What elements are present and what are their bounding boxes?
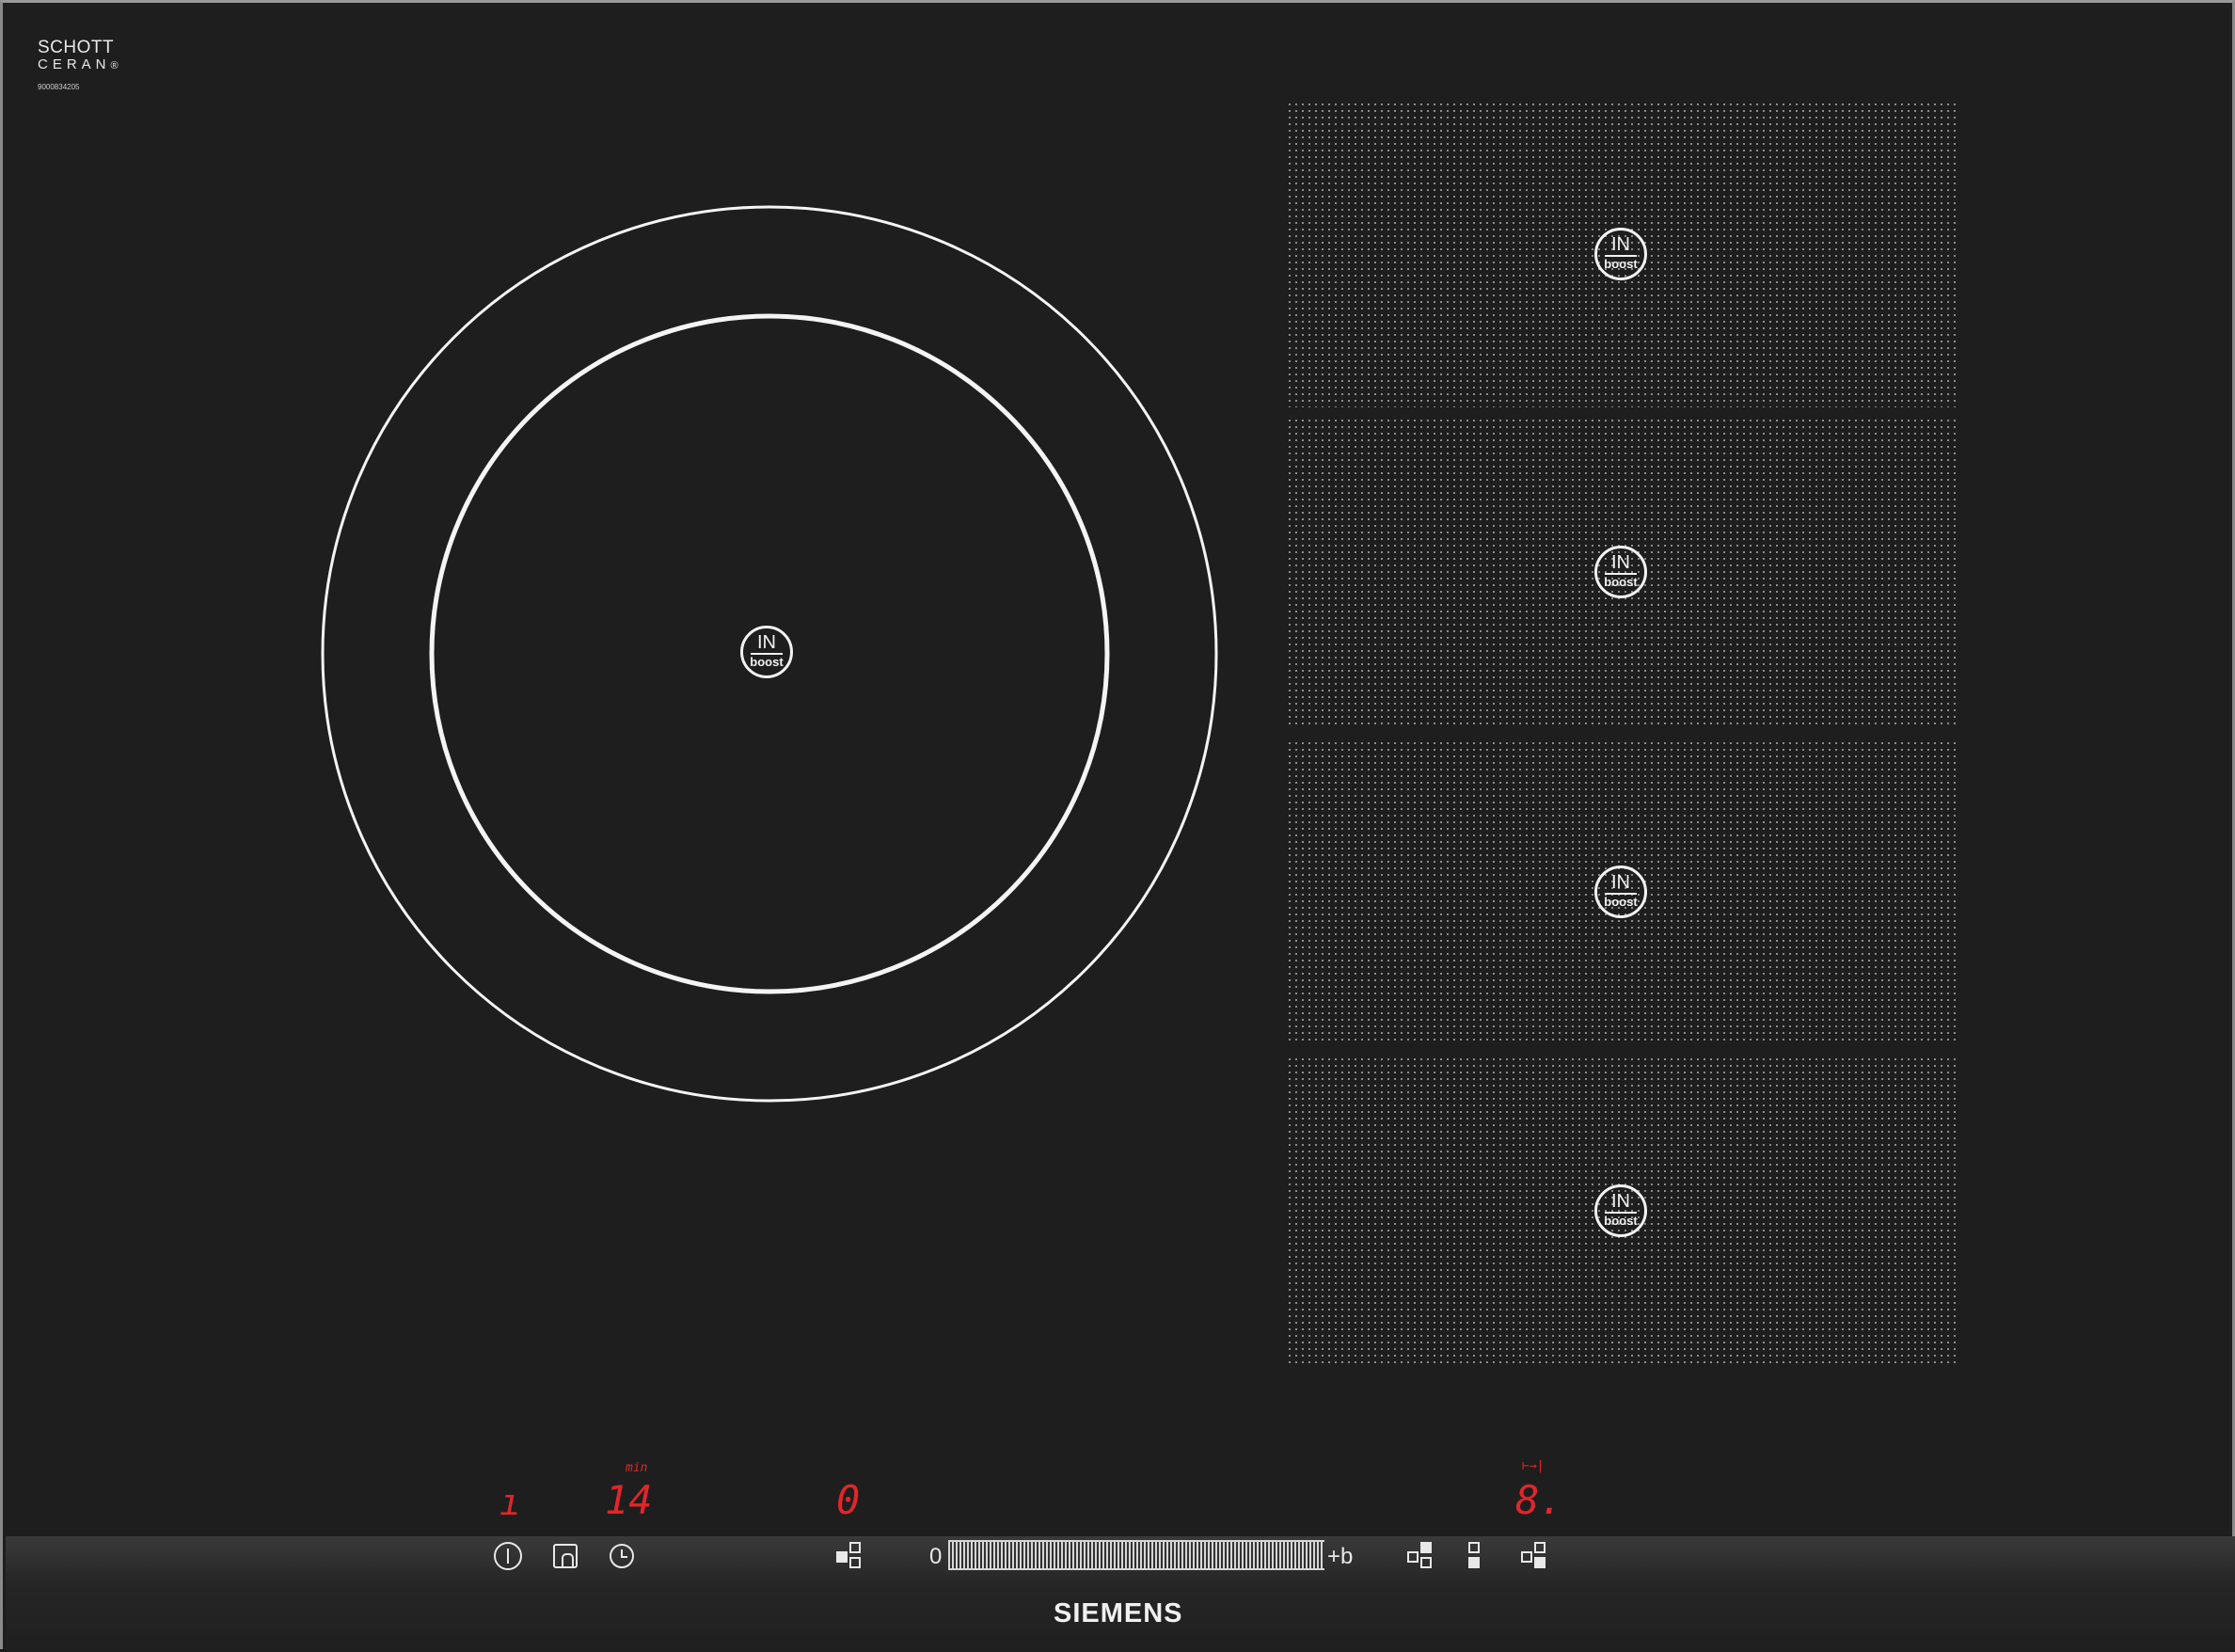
zone-select-back-icon[interactable] <box>1521 1542 1547 1570</box>
cooktop-surface: SCHOTT CERAN® 9000834205 IN boost IN boost… <box>0 0 2235 1652</box>
boost-icon-flex-1: IN boost <box>1594 228 1647 280</box>
boost-icon-flex-3: IN boost <box>1594 866 1647 918</box>
flex-zone-icon[interactable] <box>1407 1542 1434 1570</box>
zone-select-front-icon[interactable] <box>1468 1542 1482 1570</box>
child-lock-icon[interactable] <box>553 1544 578 1568</box>
boost-icon-flex-4: IN boost <box>1594 1184 1647 1237</box>
power-level-slider[interactable] <box>948 1540 1324 1570</box>
slider-max-label: +b <box>1327 1544 1354 1569</box>
timer-transfer-symbol: ⊢→| <box>1522 1459 1545 1473</box>
boost-icon-round-zone: IN boost <box>740 626 793 678</box>
timer-display: 14 <box>605 1477 653 1523</box>
zone-select-icon[interactable] <box>836 1542 863 1570</box>
left-zone-display: ı <box>499 1482 521 1523</box>
cooking-zones-graphic <box>321 100 1958 1367</box>
boost-icon-flex-2: IN boost <box>1594 546 1647 598</box>
center-zone-display: 0 <box>836 1477 861 1523</box>
right-zone-display: 8. <box>1515 1477 1563 1523</box>
timer-unit-label: min <box>626 1461 648 1475</box>
siemens-logo: SIEMENS <box>1054 1598 1183 1628</box>
power-icon[interactable] <box>494 1542 522 1570</box>
timer-clock-icon[interactable] <box>610 1544 634 1568</box>
slider-min-label: 0 <box>929 1544 943 1569</box>
